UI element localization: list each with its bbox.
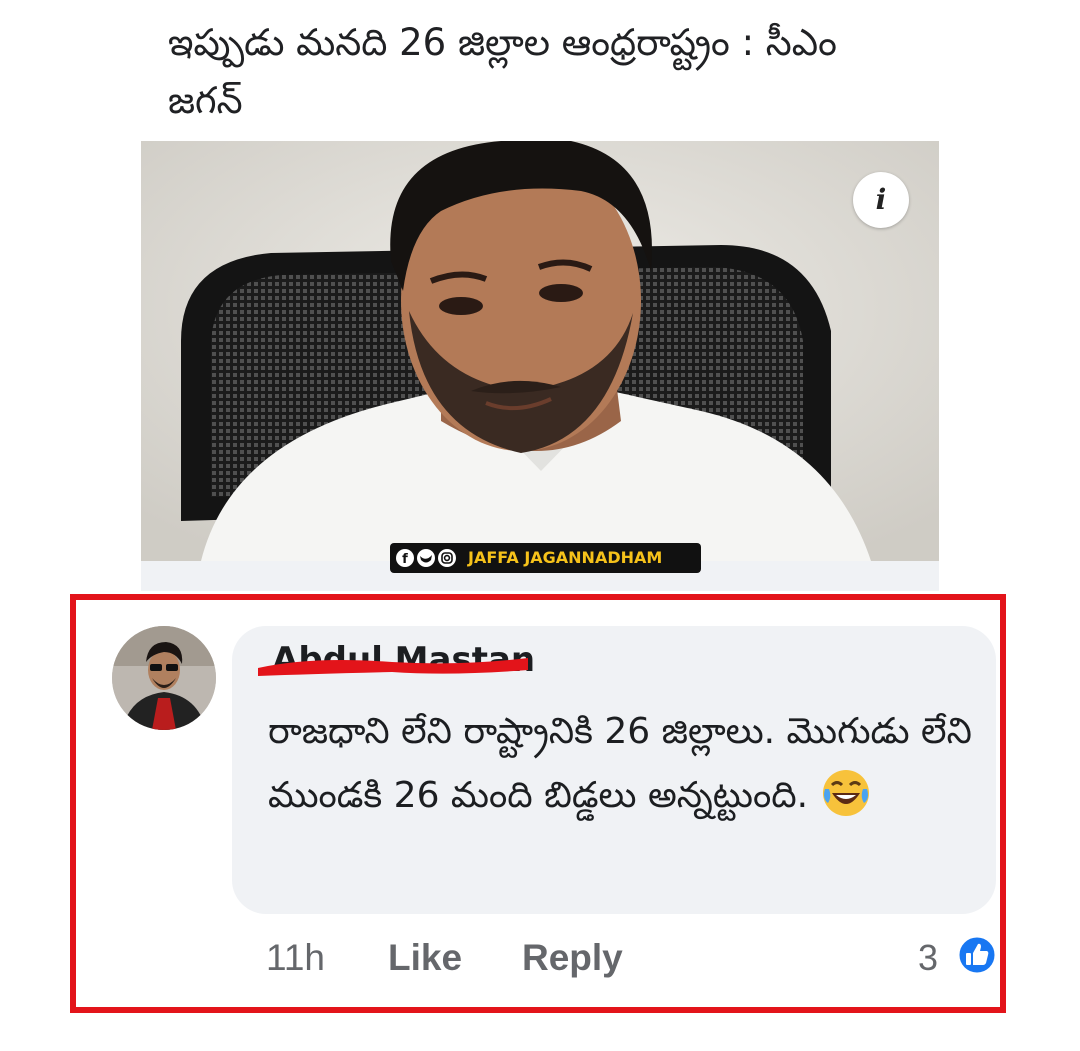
avatar-image [112,626,216,730]
reaction-count[interactable]: 3 [918,930,938,986]
svg-text:f: f [402,552,408,567]
watermark-text: JAFFA JAGANNADHAM [468,548,663,567]
news-photo[interactable] [141,141,939,561]
like-reaction-icon[interactable] [956,934,998,976]
commenter-avatar[interactable] [112,626,216,730]
watermark-badge: f JAFFA JAGANNADHAM [390,543,701,573]
name-redaction-scribble [258,658,528,676]
like-button[interactable]: Like [388,930,462,986]
reply-button[interactable]: Reply [522,930,623,986]
info-button[interactable]: i [853,172,909,228]
news-photo-image [141,141,939,561]
post-headline[interactable]: ఇప్పుడు మనది 26 జిల్లాల ఆంధ్రరాష్ట్రం : … [168,14,908,130]
laughing-tears-emoji-icon [822,770,869,816]
comment-timestamp[interactable]: 11h [266,930,325,986]
comment-text: రాజధాని లేని రాష్ట్రానికి 26 జిల్లాలు. మ… [268,700,980,828]
social-icons: f [396,549,456,567]
